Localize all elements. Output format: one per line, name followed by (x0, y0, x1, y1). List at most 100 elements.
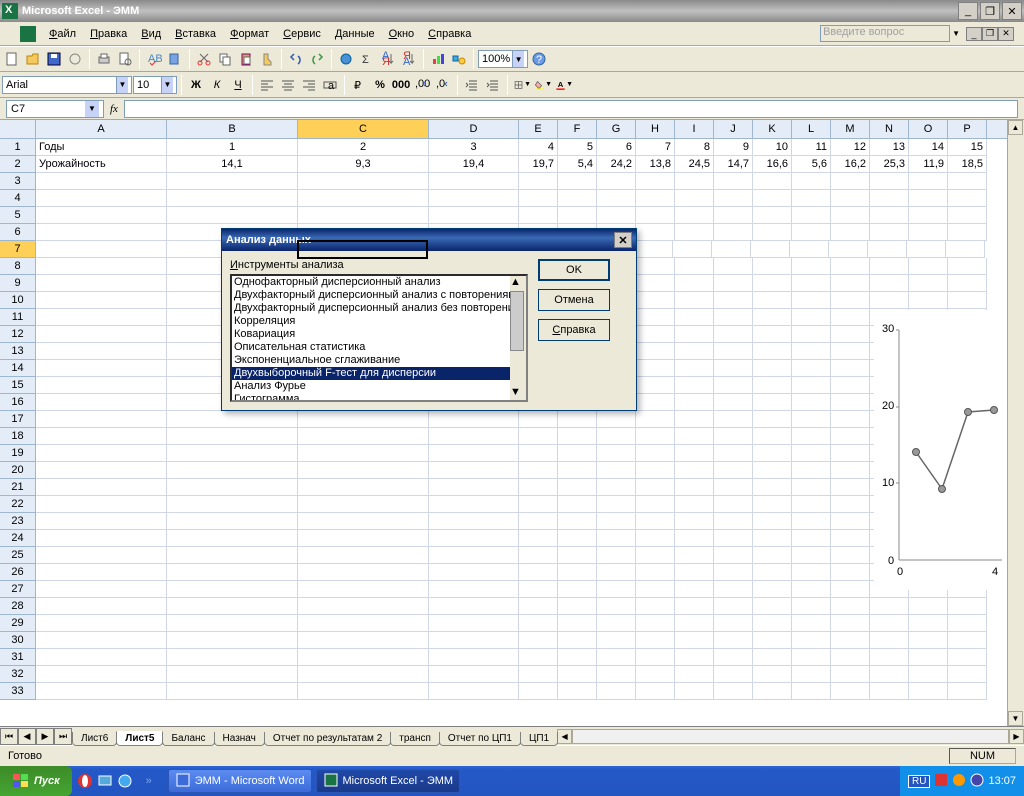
row-header[interactable]: 13 (0, 343, 36, 360)
cell[interactable] (36, 258, 167, 275)
cell[interactable] (167, 547, 298, 564)
tray-icon-3[interactable] (970, 773, 984, 790)
menu-Формат[interactable]: Формат (223, 26, 276, 42)
cell[interactable] (597, 190, 636, 207)
cell[interactable] (597, 581, 636, 598)
cell[interactable] (948, 649, 987, 666)
list-item[interactable]: Гистограмма (232, 393, 526, 402)
cell[interactable] (675, 547, 714, 564)
lang-indicator[interactable]: RU (908, 775, 930, 788)
cell[interactable] (636, 309, 675, 326)
menu-Окно[interactable]: Окно (382, 26, 422, 42)
cell[interactable] (948, 275, 987, 292)
cell[interactable] (792, 258, 831, 275)
cell[interactable]: 18,5 (948, 156, 987, 173)
cell[interactable] (298, 547, 429, 564)
scroll-left-button[interactable]: ◀ (557, 729, 572, 744)
row-header[interactable]: 1 (0, 139, 36, 156)
row-header[interactable]: 20 (0, 462, 36, 479)
zoom-combo[interactable]: 100%▼ (478, 50, 528, 68)
cell[interactable] (519, 462, 558, 479)
menu-Справка[interactable]: Справка (421, 26, 478, 42)
cell[interactable] (558, 190, 597, 207)
cell[interactable]: 12 (831, 139, 870, 156)
cell[interactable] (909, 275, 948, 292)
cell[interactable] (714, 598, 753, 615)
quick-ie-icon[interactable] (116, 770, 134, 792)
cell[interactable] (831, 683, 870, 700)
cell[interactable] (753, 292, 792, 309)
cell[interactable] (792, 173, 831, 190)
open-button[interactable] (23, 49, 43, 69)
cell[interactable] (792, 377, 831, 394)
cell[interactable] (753, 428, 792, 445)
cell[interactable] (429, 547, 519, 564)
cell[interactable] (36, 326, 167, 343)
row-header[interactable]: 6 (0, 224, 36, 241)
decrease-decimal-button[interactable]: ,0 (433, 75, 453, 95)
sheet-tab[interactable]: Баланс (162, 732, 214, 746)
cell[interactable]: 13 (870, 139, 909, 156)
cell[interactable] (429, 581, 519, 598)
cell[interactable] (675, 275, 714, 292)
cell[interactable] (519, 173, 558, 190)
cell[interactable] (36, 411, 167, 428)
cell[interactable]: Годы (36, 139, 167, 156)
cell[interactable] (948, 683, 987, 700)
cell[interactable] (167, 496, 298, 513)
merge-center-button[interactable]: a (320, 75, 340, 95)
cell[interactable] (597, 428, 636, 445)
cell[interactable] (597, 683, 636, 700)
cell[interactable] (558, 428, 597, 445)
sheet-tab[interactable]: Назнач (214, 732, 265, 746)
row-header[interactable]: 12 (0, 326, 36, 343)
cell[interactable] (792, 513, 831, 530)
quick-opera-icon[interactable] (76, 770, 94, 792)
cell[interactable] (558, 564, 597, 581)
cell[interactable] (792, 224, 831, 241)
italic-button[interactable]: К (207, 75, 227, 95)
cell[interactable] (429, 615, 519, 632)
cell[interactable] (909, 632, 948, 649)
cell[interactable] (948, 598, 987, 615)
permission-button[interactable] (65, 49, 85, 69)
row-header[interactable]: 10 (0, 292, 36, 309)
cell[interactable]: 3 (429, 139, 519, 156)
cell[interactable] (429, 683, 519, 700)
cell[interactable]: 15 (948, 139, 987, 156)
borders-button[interactable]: ▼ (512, 75, 532, 95)
cell[interactable] (790, 241, 829, 258)
row-header[interactable]: 15 (0, 377, 36, 394)
cell[interactable] (831, 292, 870, 309)
row-header[interactable]: 22 (0, 496, 36, 513)
cell[interactable] (675, 632, 714, 649)
col-header-O[interactable]: O (909, 120, 948, 138)
row-header[interactable]: 2 (0, 156, 36, 173)
cell[interactable] (167, 615, 298, 632)
cell[interactable] (675, 445, 714, 462)
cell[interactable] (831, 547, 870, 564)
cell[interactable] (429, 190, 519, 207)
cell[interactable] (298, 207, 429, 224)
cell[interactable] (909, 683, 948, 700)
cell[interactable] (792, 326, 831, 343)
row-header[interactable]: 23 (0, 513, 36, 530)
cell[interactable] (792, 615, 831, 632)
cell[interactable] (831, 462, 870, 479)
cell[interactable] (597, 207, 636, 224)
cell[interactable] (167, 479, 298, 496)
menu-Файл[interactable]: Файл (42, 26, 83, 42)
cell[interactable] (519, 547, 558, 564)
row-header[interactable]: 9 (0, 275, 36, 292)
cell[interactable] (36, 343, 167, 360)
cell[interactable] (753, 173, 792, 190)
cell[interactable] (831, 343, 870, 360)
cell[interactable] (36, 462, 167, 479)
cell[interactable] (298, 445, 429, 462)
cell[interactable] (597, 496, 636, 513)
cell[interactable]: 25,3 (870, 156, 909, 173)
align-right-button[interactable] (299, 75, 319, 95)
cell[interactable] (675, 496, 714, 513)
row-header[interactable]: 4 (0, 190, 36, 207)
sheet-tab[interactable]: Лист6 (72, 732, 117, 746)
